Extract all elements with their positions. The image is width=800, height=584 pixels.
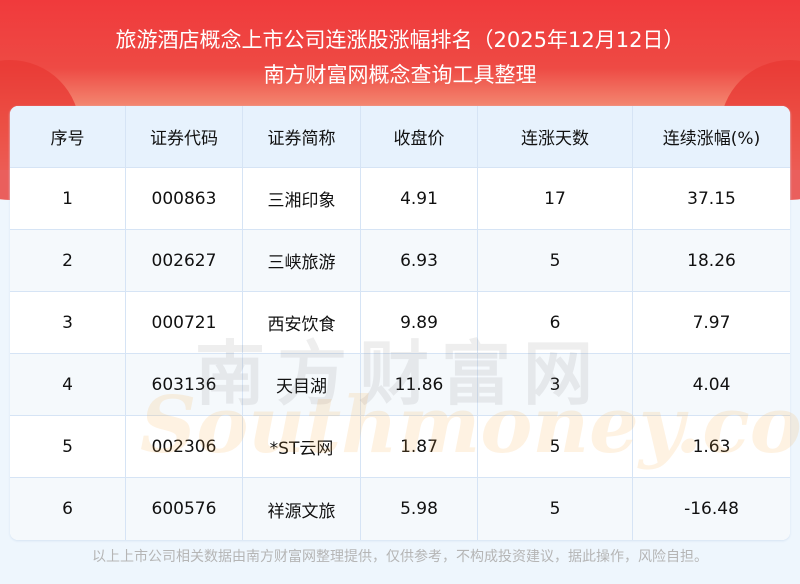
table-cell: 000863 [126,168,243,229]
table-cell: 4.91 [361,168,478,229]
table-cell: 1.63 [692,436,731,457]
table-cell: 西安饮食 [243,292,361,353]
table-cell: 3 [10,292,126,353]
table-cell: 600576 [126,478,243,540]
table-row: 5 002306 *ST云网 1.87 5 1.63 [10,416,790,478]
ranking-table: 序号 证券代码 证券简称 收盘价 连涨天数 连续涨幅(%) 1 000863 三湘印… [10,106,790,540]
table-cell: 4 [10,354,126,415]
table-cell: 1 [10,168,126,229]
table-cell: 5 [478,230,633,291]
column-header: 序号 [10,106,126,167]
table-header: 序号 证券代码 证券简称 收盘价 连涨天数 连续涨幅(%) [10,106,790,168]
table-cell: 6 [10,478,126,540]
table-cell: 002306 [126,416,243,477]
table-row: 3 000721 西安饮食 9.89 6 7.97 [10,292,790,354]
table-cell: 5.98 [361,478,478,540]
table-cell: 祥源文旅 [243,478,361,540]
table-cell: 5 [478,478,633,540]
table-cell: 1.87 [361,416,478,477]
table-cell: 4.04 [692,374,731,395]
page-title: 旅游酒店概念上市公司连涨股涨幅排名（2025年12月12日） [115,28,685,52]
table-cell: 18.26 [687,250,736,271]
table-cell: 603136 [126,354,243,415]
table-row: 4 603136 天目湖 11.86 3 4.04 [10,354,790,416]
table-cell: 6.93 [361,230,478,291]
column-header: 收盘价 [361,106,478,167]
table-cell: 三湘印象 [243,168,361,229]
table-cell: 002627 [126,230,243,291]
table-cell: 6 [478,292,633,353]
table-cell: 5 [10,416,126,477]
table-row: 2 002627 三峡旅游 6.93 5 18.26 [10,230,790,292]
table-cell: 5 [478,416,633,477]
column-header: 连涨天数 [478,106,633,167]
table-cell: 11.86 [361,354,478,415]
column-header: 证券简称 [243,106,361,167]
table-cell: -16.48 [684,499,739,519]
disclaimer: 以上上市公司相关数据由南方财富网整理提供，仅供参考，不构成投资建议，据此操作，风… [92,549,708,565]
table-cell: *ST云网 [243,416,361,477]
table-row: 1 000863 三湘印象 4.91 17 37.15 [10,168,790,230]
column-header: 证券代码 [126,106,243,167]
table-cell: 37.15 [687,188,736,209]
table-cell: 天目湖 [243,354,361,415]
table-cell: 9.89 [361,292,478,353]
table-cell: 3 [478,354,633,415]
table-row: 6 600576 祥源文旅 5.98 5 -16.48 [10,478,790,540]
table-cell: 17 [478,168,633,229]
table-cell: 000721 [126,292,243,353]
page-subtitle: 南方财富网概念查询工具整理 [263,63,537,87]
column-header: 连续涨幅(%) [662,129,761,149]
table-cell: 7.97 [692,312,731,333]
table-cell: 三峡旅游 [243,230,361,291]
table-cell: 2 [10,230,126,291]
